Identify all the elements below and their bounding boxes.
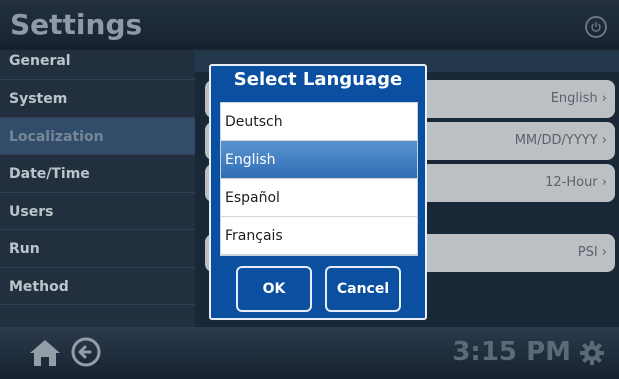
language-option-english[interactable]: English — [221, 141, 417, 179]
dialog-title: Select Language — [233, 69, 403, 90]
language-option-espanol[interactable]: Español — [221, 179, 417, 217]
language-option-deutsch[interactable]: Deutsch — [221, 103, 417, 141]
language-option-francais[interactable]: Français — [221, 217, 417, 255]
select-language-dialog: Select Language Deutsch English Español … — [209, 64, 427, 320]
cancel-button[interactable]: Cancel — [325, 266, 401, 312]
ok-button[interactable]: OK — [236, 266, 312, 312]
language-list: Deutsch English Español Français — [220, 102, 418, 256]
